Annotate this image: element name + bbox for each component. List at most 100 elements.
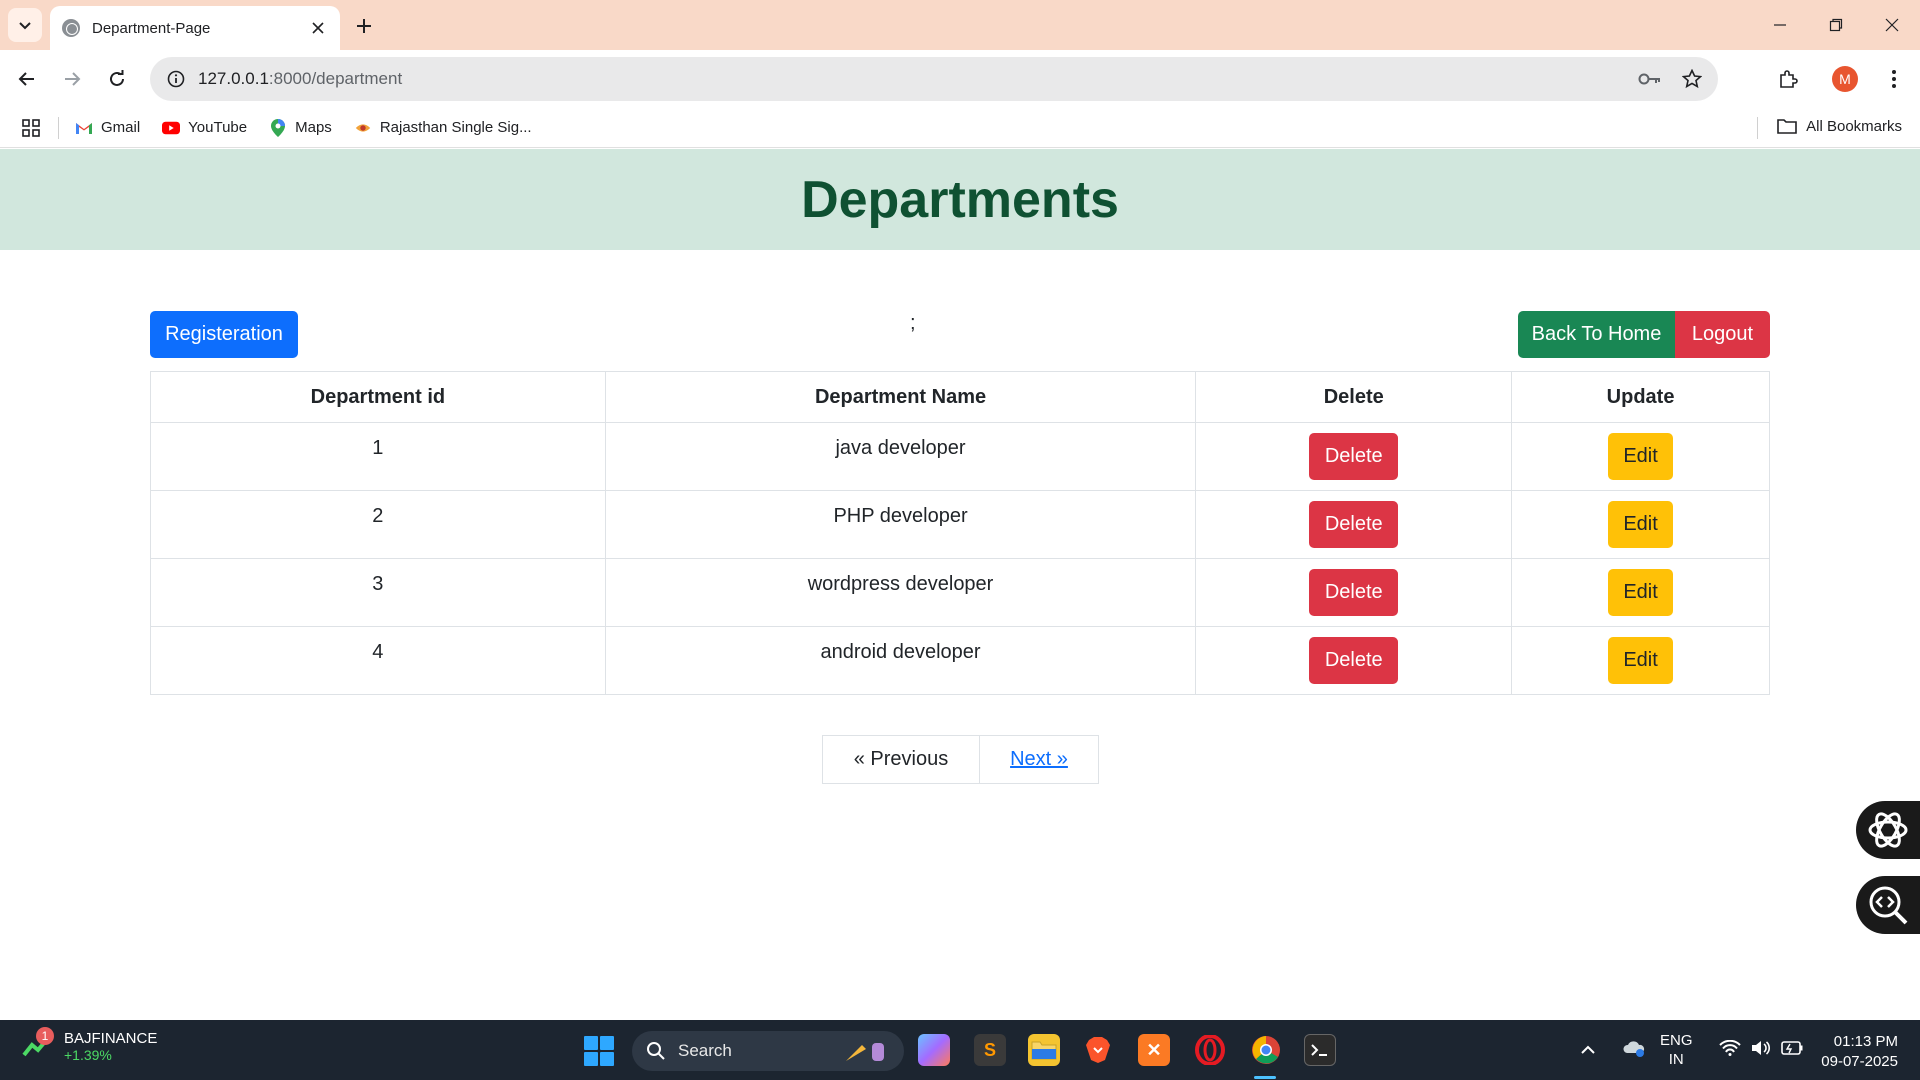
region-code: IN (1668, 1051, 1684, 1068)
search-label: Search (678, 1041, 732, 1060)
stock-change: +1.39% (64, 1047, 112, 1063)
browser-tab[interactable]: Department-Page (50, 6, 340, 50)
reload-icon (110, 70, 124, 86)
page-content: Departments Registeration ; Back To Home… (0, 149, 1920, 1020)
plus-icon (357, 19, 371, 33)
tab-search-button[interactable] (8, 8, 42, 42)
arrow-left-icon (18, 72, 34, 86)
forward-button[interactable] (57, 64, 87, 94)
language-code: ENG (1660, 1032, 1693, 1049)
language-indicator[interactable]: ENG IN (1660, 1031, 1693, 1069)
department-id-cell: 1 (150, 422, 606, 491)
bookmark-label: Rajasthan Single Sig... (379, 119, 532, 136)
bookmark-label: YouTube (188, 119, 248, 136)
restore-button[interactable] (1808, 0, 1864, 50)
department-id-cell: 2 (150, 490, 606, 559)
ai-assistant-button[interactable] (1856, 801, 1920, 859)
delete-button[interactable]: Delete (1309, 433, 1399, 480)
system-clock[interactable]: 01:13 PM 09-07-2025 (1821, 1032, 1898, 1072)
onedrive-icon[interactable] (1622, 1039, 1646, 1061)
chrome-browser-icon[interactable] (1250, 1034, 1282, 1066)
opera-browser-icon[interactable] (1194, 1034, 1226, 1066)
arrow-right-icon (65, 72, 81, 86)
address-bar-actions (1638, 67, 1704, 91)
delete-button[interactable]: Delete (1309, 637, 1399, 684)
site-info-icon[interactable] (164, 67, 188, 91)
wifi-icon[interactable] (1718, 1039, 1741, 1060)
back-to-home-button[interactable]: Back To Home (1518, 311, 1675, 358)
page-title: Departments (801, 170, 1119, 229)
update-cell: Edit (1511, 490, 1770, 559)
edit-button[interactable]: Edit (1608, 501, 1674, 548)
next-page-link[interactable]: Next » (980, 735, 1099, 784)
department-name-cell: PHP developer (604, 490, 1197, 559)
delete-cell: Delete (1195, 422, 1513, 491)
password-key-icon[interactable] (1638, 67, 1662, 91)
bookmark-separator (1757, 117, 1758, 139)
bookmark-gmail[interactable]: Gmail (75, 119, 140, 137)
update-cell: Edit (1511, 422, 1770, 491)
chevron-up-icon[interactable] (1580, 1042, 1596, 1059)
url-path: :8000/department (268, 69, 403, 88)
taskbar-search[interactable]: Search (632, 1031, 904, 1071)
browser-tab-strip: Department-Page (0, 0, 1920, 50)
profile-avatar[interactable]: M (1832, 66, 1858, 92)
registration-button[interactable]: Registeration (150, 311, 298, 358)
window-controls (1752, 0, 1920, 50)
tab-close-button[interactable] (308, 18, 328, 38)
chevron-down-icon (19, 22, 31, 30)
department-id-cell: 4 (150, 626, 606, 695)
address-bar[interactable]: 127.0.0.1:8000/department (150, 57, 1718, 101)
all-bookmarks-button[interactable]: All Bookmarks (1776, 117, 1902, 135)
stock-widget[interactable]: 1 BAJFINANCE +1.39% (22, 1026, 158, 1063)
new-tab-button[interactable] (350, 12, 378, 40)
file-explorer-icon[interactable] (1028, 1034, 1060, 1066)
close-window-button[interactable] (1864, 0, 1920, 50)
department-name-cell: android developer (604, 626, 1197, 695)
minimize-button[interactable] (1752, 0, 1808, 50)
rajasthan-icon (354, 119, 372, 137)
bookmark-label: Gmail (101, 119, 141, 136)
youtube-icon (162, 119, 181, 137)
bookmark-rajasthan[interactable]: Rajasthan Single Sig... (354, 119, 532, 137)
code-search-button[interactable] (1856, 876, 1920, 934)
terminal-icon[interactable] (1304, 1034, 1336, 1066)
star-icon[interactable] (1680, 67, 1704, 91)
column-header-delete: Delete (1195, 371, 1513, 423)
windows-start-button[interactable] (584, 1036, 614, 1066)
back-button[interactable] (12, 64, 42, 94)
apps-grid-icon[interactable] (22, 118, 40, 137)
edit-button[interactable]: Edit (1608, 433, 1674, 480)
delete-cell: Delete (1195, 490, 1513, 559)
delete-button[interactable]: Delete (1309, 569, 1399, 616)
stray-text: ; (910, 312, 916, 334)
delete-button[interactable]: Delete (1309, 501, 1399, 548)
gmail-icon (75, 119, 93, 137)
bookmark-maps[interactable]: Maps (269, 118, 332, 137)
bookmark-separator (58, 116, 59, 139)
battery-icon[interactable] (1780, 1041, 1803, 1059)
sublime-text-icon[interactable]: S (974, 1034, 1006, 1066)
xampp-icon[interactable]: ✕ (1138, 1034, 1170, 1066)
globe-icon (62, 19, 80, 37)
edit-button[interactable]: Edit (1608, 569, 1674, 616)
restore-icon (1829, 18, 1843, 32)
edit-button[interactable]: Edit (1608, 637, 1674, 684)
update-cell: Edit (1511, 558, 1770, 627)
update-cell: Edit (1511, 626, 1770, 695)
brave-browser-icon[interactable] (1082, 1034, 1114, 1066)
bookmark-label: Maps (295, 119, 332, 136)
previous-page-button[interactable]: « Previous (822, 735, 980, 784)
reload-button[interactable] (102, 64, 132, 94)
bookmark-youtube[interactable]: YouTube (162, 119, 247, 137)
pagination: « Previous Next » (822, 735, 1099, 784)
volume-icon[interactable] (1751, 1040, 1771, 1060)
copilot-app-icon[interactable] (918, 1034, 950, 1066)
menu-kebab-icon[interactable] (1882, 67, 1906, 91)
extensions-icon[interactable] (1776, 67, 1800, 91)
stock-name: BAJFINANCE (64, 1030, 158, 1047)
search-icon (647, 1042, 665, 1060)
table-header-row: Department id Department Name Delete Upd… (150, 371, 1770, 423)
folder-icon (1776, 117, 1798, 135)
logout-button[interactable]: Logout (1675, 311, 1770, 358)
